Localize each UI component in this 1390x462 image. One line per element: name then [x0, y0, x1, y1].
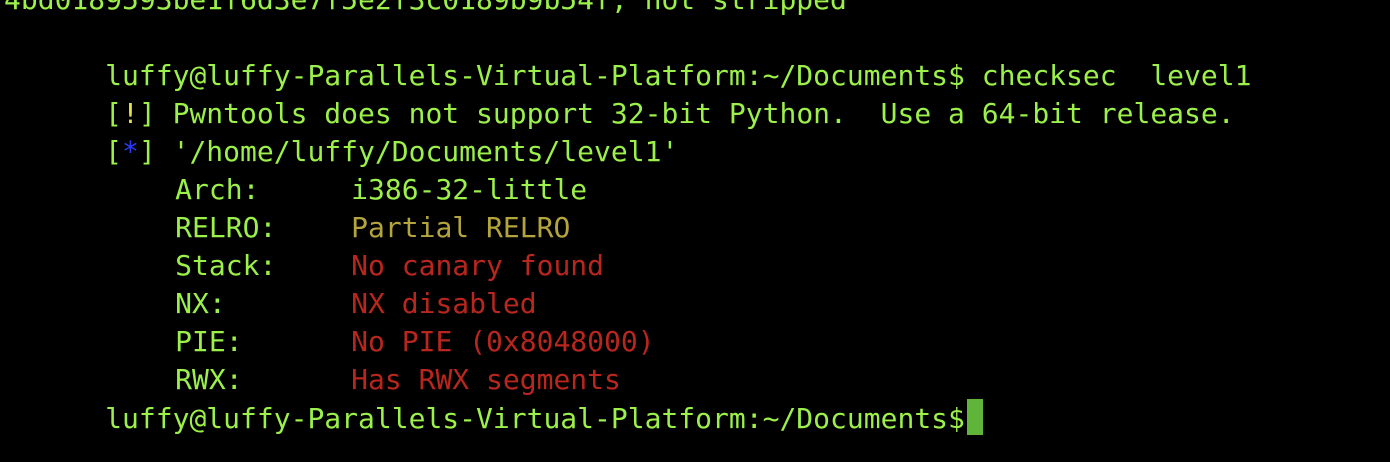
property-key: Arch:	[175, 173, 260, 206]
property-key: NX:	[175, 287, 226, 320]
terminal-line-partial: 4bd0189593be1f6d3e7f5e2f3c0189b9b54f, no…	[4, 0, 1251, 19]
property-value: No canary found	[351, 249, 605, 282]
info-mark: *	[122, 135, 139, 168]
bracket-open: [	[105, 135, 123, 168]
bracket-close: ]	[138, 97, 156, 130]
terminal-output: 4bd0189593be1f6d3e7f5e2f3c0189b9b54f, no…	[4, 0, 1251, 435]
command-text: checksec level1	[964, 59, 1252, 92]
warning-mark: !	[122, 97, 139, 130]
prompt-text: luffy@luffy-Parallels-Virtual-Platform:~…	[105, 402, 965, 435]
property-key: Stack:	[175, 249, 277, 282]
property-value: No PIE (0x8048000)	[351, 325, 655, 358]
warning-text: Pwntools does not support 32-bit Python.…	[155, 97, 1235, 130]
property-key: RWX:	[175, 363, 243, 396]
bracket-open: [	[105, 97, 123, 130]
text-cursor[interactable]	[966, 399, 983, 435]
prompt-text: luffy@luffy-Parallels-Virtual-Platform:~…	[105, 59, 965, 92]
property-key: RELRO:	[175, 211, 277, 244]
property-value: Has RWX segments	[351, 363, 621, 396]
property-value: Partial RELRO	[351, 211, 571, 244]
file-path-text: '/home/luffy/Documents/level1'	[155, 135, 679, 168]
property-value: NX disabled	[351, 287, 537, 320]
property-value: i386-32-little	[351, 173, 588, 206]
bracket-close: ]	[138, 135, 156, 168]
terminal-command-line: luffy@luffy-Parallels-Virtual-Platform:~…	[4, 19, 1251, 92]
terminal-window[interactable]: 4bd0189593be1f6d3e7f5e2f3c0189b9b54f, no…	[0, 0, 1390, 462]
property-key: PIE:	[175, 325, 243, 358]
